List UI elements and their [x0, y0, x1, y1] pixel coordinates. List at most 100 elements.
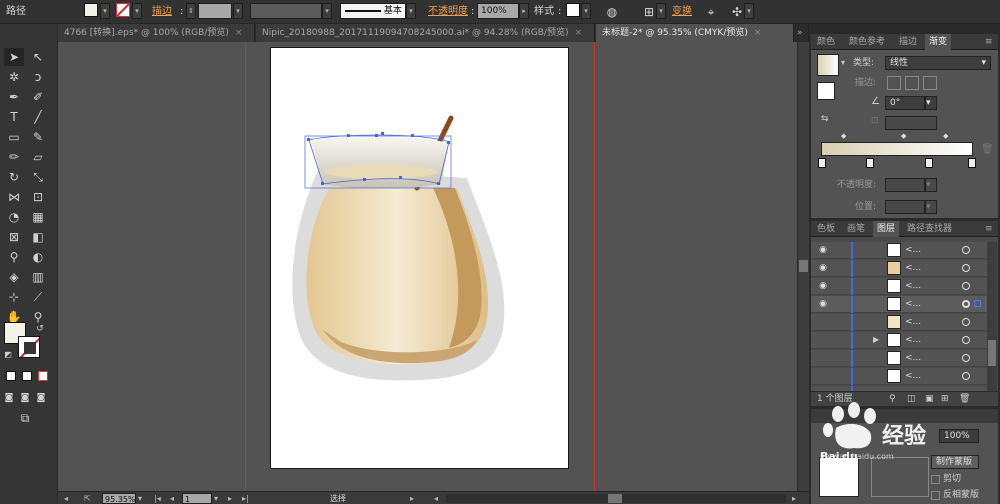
selection-indicator[interactable]	[974, 300, 981, 307]
delete-layer-icon[interactable]: 🗑	[959, 392, 970, 406]
list-item[interactable]: ◉ <...	[811, 242, 987, 259]
layers-scrollbar[interactable]	[987, 242, 997, 392]
selection-tool-icon[interactable]: ➤	[4, 48, 24, 66]
align-dropdown[interactable]: ▾	[656, 3, 666, 19]
fill-swatch[interactable]	[84, 3, 98, 17]
mask-thumbnail[interactable]	[871, 457, 929, 497]
zoom-field[interactable]: 95.35%	[102, 493, 136, 504]
line-tool-icon[interactable]: ╱	[28, 108, 48, 126]
swap-fill-stroke-icon[interactable]: ↺	[34, 320, 46, 338]
tab-layers[interactable]: 图层	[873, 221, 900, 237]
tab-doc-1[interactable]: 4766 [转换].eps* @ 100% (RGB/预览) ×	[58, 24, 255, 42]
target-icon[interactable]	[962, 264, 970, 272]
gradient-stop[interactable]	[968, 158, 976, 168]
horizontal-scroll-thumb[interactable]	[608, 494, 622, 503]
visibility-eye-icon[interactable]: ◉	[817, 263, 829, 273]
target-icon[interactable]	[962, 372, 970, 380]
list-item[interactable]: <...	[811, 368, 987, 385]
scroll-right-icon[interactable]: ▸	[792, 493, 796, 504]
mesh-tool-icon[interactable]: ⊠	[4, 228, 24, 246]
panel-menu-icon[interactable]: ≡	[981, 34, 997, 50]
tab-swatches[interactable]: 色板	[813, 221, 839, 237]
transform-link[interactable]: 变换	[672, 3, 692, 21]
gradient-midpoint-icon[interactable]: ◆	[943, 132, 948, 140]
artboard-share-icon[interactable]: ⇱	[84, 493, 91, 504]
reverse-gradient-icon[interactable]: ⇆	[821, 114, 829, 124]
curvature-tool-icon[interactable]: ✐	[28, 88, 48, 106]
magic-wand-tool-icon[interactable]: ✲	[4, 68, 24, 86]
stroke-swatch[interactable]	[116, 3, 130, 17]
stroke-dropdown[interactable]: ▾	[132, 3, 142, 19]
fill-stroke-mini[interactable]	[817, 82, 835, 100]
invert-mask-checkbox[interactable]	[931, 491, 940, 500]
blend-tool-icon[interactable]: ◐	[28, 248, 48, 266]
layers-scroll-thumb[interactable]	[988, 340, 996, 366]
list-item[interactable]: ◉ <...	[811, 260, 987, 277]
gradient-stop[interactable]	[925, 158, 933, 168]
list-item[interactable]: <...	[811, 350, 987, 367]
list-item[interactable]: <...	[811, 314, 987, 331]
graph-tool-icon[interactable]: ▥	[28, 268, 48, 286]
cup-artwork[interactable]	[271, 48, 568, 468]
stroke-weight-spinner[interactable]: ⇕	[186, 3, 196, 19]
artboard-nav-icon[interactable]: ◂	[64, 493, 68, 504]
clip-checkbox[interactable]	[931, 475, 940, 484]
new-layer-icon[interactable]: ⊞	[941, 392, 949, 406]
canvas[interactable]	[58, 42, 797, 491]
target-icon[interactable]	[962, 354, 970, 362]
artboard-tool-icon[interactable]: ⊹	[4, 288, 24, 306]
zoom-dropdown[interactable]: ▾	[138, 493, 142, 504]
screen-mode-icon[interactable]: ⧉	[14, 409, 36, 427]
gradient-midpoint-icon[interactable]: ◆	[841, 132, 846, 140]
close-icon[interactable]: ×	[235, 28, 243, 38]
tabs-overflow-icon[interactable]: »	[794, 24, 809, 42]
expand-arrow-icon[interactable]: ▶	[873, 332, 879, 348]
angle-field[interactable]: 0°	[885, 96, 925, 110]
symbol-sprayer-tool-icon[interactable]: ◈	[4, 268, 24, 286]
gradient-tool-icon[interactable]: ◧	[28, 228, 48, 246]
target-icon[interactable]	[962, 246, 970, 254]
tab-color[interactable]: 颜色	[813, 34, 839, 50]
stroke-weight-dropdown[interactable]: ▾	[233, 3, 243, 19]
gradient-midpoint-icon[interactable]: ◆	[901, 132, 906, 140]
visibility-eye-icon[interactable]: ◉	[817, 245, 829, 255]
tab-color-guide[interactable]: 颜色参考	[845, 34, 889, 50]
tab-doc-2[interactable]: Nipic_20180988_20171119094708245000.ai* …	[256, 24, 595, 42]
gradient-slider[interactable]	[821, 142, 973, 156]
list-item[interactable]: ◉ <...	[811, 296, 987, 313]
close-icon[interactable]: ×	[754, 28, 762, 38]
target-icon[interactable]	[962, 318, 970, 326]
isolate-icon[interactable]: ⌖	[702, 3, 720, 21]
paintbrush-tool-icon[interactable]: ✎	[28, 128, 48, 146]
gradient-dropdown[interactable]: ▾	[841, 58, 845, 67]
locate-object-icon[interactable]: ⚲	[889, 392, 896, 406]
gradient-stop[interactable]	[818, 158, 826, 168]
panel-menu-icon[interactable]: ≡	[981, 221, 997, 237]
stroke-across-icon[interactable]	[923, 76, 937, 90]
slice-tool-icon[interactable]: ⟋	[28, 288, 48, 306]
angle-dropdown[interactable]: ▾	[925, 96, 937, 110]
vertical-scrollbar[interactable]	[797, 42, 809, 491]
list-item[interactable]: ▶ <...	[811, 332, 987, 349]
gradient-stop[interactable]	[866, 158, 874, 168]
none-mode-icon[interactable]	[38, 371, 48, 381]
stroke-along-icon[interactable]	[905, 76, 919, 90]
stroke-indicator[interactable]	[18, 336, 40, 358]
new-sublayer-icon[interactable]: ▣	[925, 392, 934, 406]
visibility-eye-icon[interactable]: ◉	[817, 281, 829, 291]
close-icon[interactable]: ×	[574, 28, 582, 38]
gradient-mode-icon[interactable]	[22, 371, 32, 381]
scroll-left-icon[interactable]: ◂	[434, 493, 438, 504]
transparency-opacity-field[interactable]: 100%	[939, 429, 979, 443]
opacity-dropdown[interactable]: ▸	[519, 3, 529, 19]
gradient-preview-swatch[interactable]	[817, 54, 839, 76]
perspective-grid-tool-icon[interactable]: ▦	[28, 208, 48, 226]
tab-gradient[interactable]: 渐变	[925, 34, 952, 50]
tab-pathfinder[interactable]: 路径查找器	[903, 221, 956, 237]
pencil-tool-icon[interactable]: ✏	[4, 148, 24, 166]
direct-selection-tool-icon[interactable]: ↖	[28, 48, 48, 66]
last-artboard-icon[interactable]: ▸|	[242, 493, 249, 504]
rotate-tool-icon[interactable]: ↻	[4, 168, 24, 186]
list-item[interactable]: ◉ <...	[811, 278, 987, 295]
draw-behind-icon[interactable]: ◙	[18, 389, 32, 407]
